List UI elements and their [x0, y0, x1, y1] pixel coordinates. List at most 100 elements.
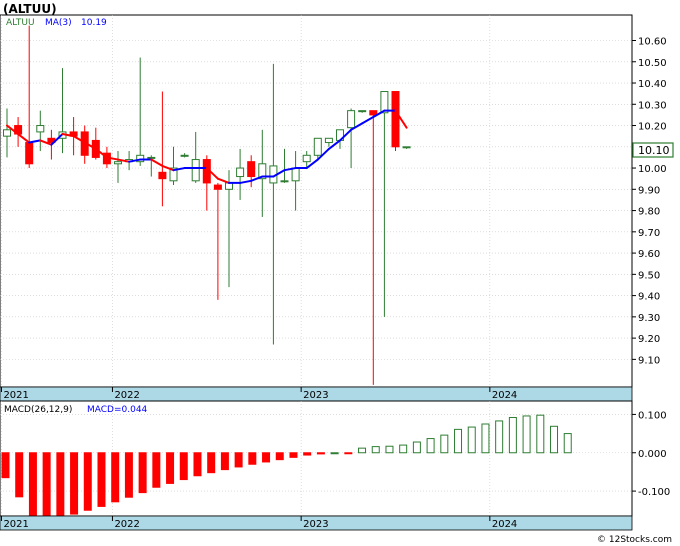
candle-body [291, 167, 300, 182]
candle-body [380, 91, 389, 114]
macd-bar [97, 452, 106, 507]
chart-title: (ALTUU) [3, 2, 57, 16]
macd-bar [440, 434, 449, 454]
candle-body [180, 154, 189, 157]
macd-x-tick-label: 2024 [492, 519, 517, 530]
candle-body [402, 146, 411, 149]
candle-body [391, 91, 400, 148]
macd-x-tick-label: 2023 [303, 519, 328, 530]
price-y-tick-label: 9.20 [638, 334, 660, 345]
macd-bar [124, 452, 133, 498]
macd-bar [193, 452, 202, 477]
macd-bar [42, 452, 51, 517]
candle-body [25, 142, 34, 165]
macd-bar [550, 425, 559, 454]
macd-y-tick-label: 0.000 [638, 449, 667, 460]
candle-body [313, 137, 322, 156]
stock-chart: (ALTUU) 9.10 9.20 9.30 9.40 9.50 9.60 9.70 9.80… [0, 2, 674, 545]
legend-ma-value: 10.19 [81, 18, 107, 28]
macd-bar [28, 452, 37, 517]
price-y-tick-label: 9.90 [638, 185, 660, 196]
price-y-axis: 9.10 9.20 9.30 9.40 9.50 9.60 9.70 9.80 9.90 10.0… [632, 37, 667, 366]
price-y-tick-label: 10.60 [638, 37, 667, 48]
price-y-tick-label: 9.30 [638, 313, 660, 324]
candle-body [347, 110, 356, 129]
macd-bar [262, 452, 271, 463]
price-y-tick-label: 10.50 [638, 58, 667, 69]
candle-body [36, 125, 45, 133]
price-x-tick-label: 2022 [114, 390, 139, 401]
candle-body [158, 171, 167, 180]
macd-bar [179, 452, 188, 481]
price-x-tick-label: 2024 [492, 390, 517, 401]
candle-body [147, 156, 156, 159]
legend-symbol: ALTUU [6, 18, 35, 28]
macd-bar [152, 452, 161, 488]
price-y-tick-label: 10.40 [638, 79, 667, 90]
price-y-tick-label: 10.00 [638, 164, 667, 175]
macd-bar [481, 423, 490, 454]
macd-bar [15, 452, 24, 498]
macd-bar [467, 426, 476, 454]
macd-bar [56, 452, 65, 517]
macd-bar [399, 444, 408, 454]
candle-body [302, 154, 311, 163]
last-price-label: 10.10 [638, 144, 670, 157]
macd-bar [220, 452, 229, 471]
macd-bar [454, 428, 463, 454]
macd-bar [508, 416, 517, 454]
macd-bar [495, 420, 504, 454]
macd-bar [275, 452, 284, 461]
candle-body [191, 159, 200, 182]
macd-bar [385, 445, 394, 454]
macd-bar [166, 452, 175, 484]
macd-bar [303, 452, 312, 456]
macd-bar [1, 452, 10, 479]
macd-bar [234, 452, 243, 468]
macd-bar [330, 452, 339, 455]
price-y-tick-label: 9.80 [638, 207, 660, 218]
macd-bar [70, 452, 79, 515]
macd-bar [358, 447, 367, 454]
macd-title: MACD(26,12,9) [4, 405, 72, 415]
macd-bar [111, 452, 120, 503]
price-panel [0, 14, 633, 388]
candle-body [213, 184, 222, 190]
candle-body [3, 129, 11, 137]
price-x-tick-label: 2023 [303, 390, 328, 401]
macd-bar [248, 452, 257, 465]
macd-bar [563, 433, 572, 454]
macd-y-tick-label: 0.100 [638, 410, 667, 421]
macd-bar [522, 415, 531, 454]
price-y-tick-label: 10.20 [638, 122, 667, 133]
candle-body [324, 137, 333, 144]
candle-body [369, 110, 378, 116]
price-y-tick-label: 9.40 [638, 292, 660, 303]
macd-bar [207, 452, 216, 474]
price-y-tick-label: 9.50 [638, 270, 660, 281]
macd-value-label: MACD=0.044 [87, 405, 148, 415]
macd-bar [289, 452, 298, 458]
macd-y-tick-label: -0.100 [638, 487, 670, 498]
macd-bar [344, 452, 353, 455]
macd-bar [536, 414, 545, 454]
watermark: © 12Stocks.com [597, 535, 672, 545]
candle-body [114, 161, 122, 165]
candle-body [358, 110, 367, 113]
macd-bar [426, 438, 435, 454]
macd-y-axis: 0.100 0.000 -0.100 [632, 410, 670, 498]
macd-bar [316, 452, 325, 455]
macd-x-tick-label: 2022 [114, 519, 139, 530]
price-x-tick-label: 2021 [3, 390, 28, 401]
candle-body [236, 167, 245, 178]
price-y-tick-label: 10.30 [638, 100, 667, 111]
price-y-tick-label: 9.10 [638, 355, 660, 366]
macd-bar [412, 441, 421, 454]
macd-x-tick-label: 2021 [3, 519, 28, 530]
candle-body [280, 180, 289, 183]
macd-bar [83, 452, 92, 511]
candle-body [247, 161, 256, 178]
price-y-tick-label: 9.70 [638, 228, 660, 239]
price-y-tick-label: 9.60 [638, 249, 660, 260]
legend-ma-label: MA(3) [45, 18, 72, 28]
